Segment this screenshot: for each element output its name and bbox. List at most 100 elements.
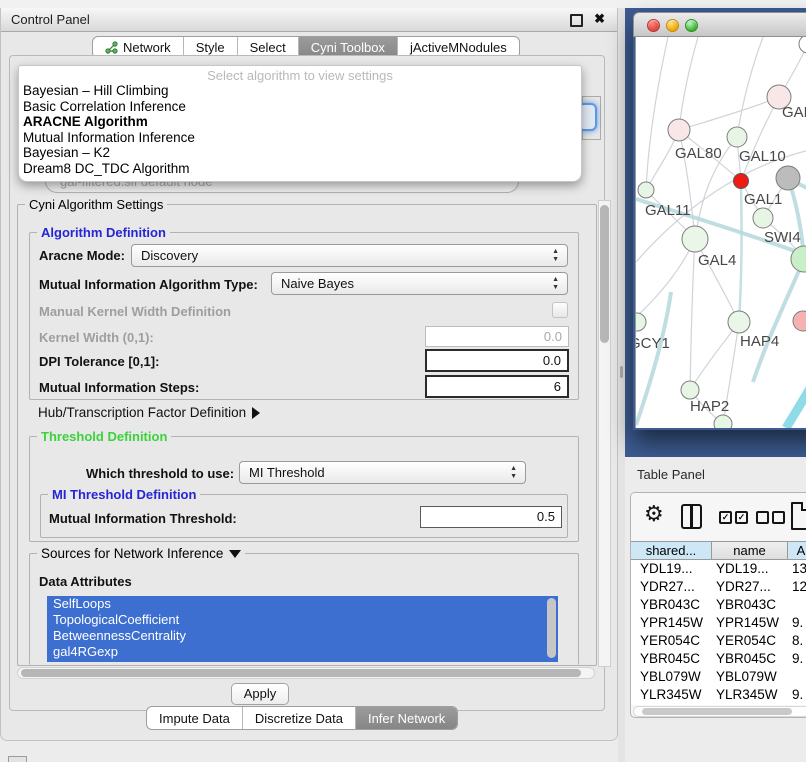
control-panel-title: Control Panel: [11, 12, 90, 27]
tab-discretize-data[interactable]: Discretize Data: [243, 707, 356, 729]
float-window-icon[interactable]: [570, 14, 583, 27]
manual-kernel-checkbox[interactable]: [552, 302, 568, 318]
attribute-item[interactable]: TopologicalCoefficient: [47, 612, 558, 628]
apply-button[interactable]: Apply: [231, 683, 289, 705]
select-all-icon[interactable]: ✓✓: [719, 511, 751, 529]
dropdown-item[interactable]: Dream8 DC_TDC Algorithm: [23, 161, 190, 176]
scrollbar-thumb[interactable]: [600, 205, 609, 343]
table-horizontal-scrollbar[interactable]: [633, 706, 806, 717]
node-label: GAL1: [744, 191, 782, 208]
attribute-item[interactable]: SelfLoops: [47, 596, 558, 612]
panel-divider[interactable]: [618, 8, 625, 762]
network-node[interactable]: [714, 415, 732, 428]
tab-impute-data[interactable]: Impute Data: [147, 707, 243, 729]
attribute-item[interactable]: gal4RGexp: [47, 644, 558, 660]
node-label: SWI4: [764, 229, 801, 246]
list-scrollbar[interactable]: [547, 598, 556, 658]
network-node[interactable]: [799, 37, 806, 53]
hub-definition-toggle[interactable]: Hub/Transcription Factor Definition: [38, 405, 260, 420]
mi-threshold-definition-title: MI Threshold Definition: [48, 487, 200, 502]
network-node-hap2[interactable]: [681, 381, 699, 399]
table-row[interactable]: YDR27...YDR27...12: [631, 578, 806, 596]
data-attributes-list: SelfLoops TopologicalCoefficient Between…: [47, 596, 558, 662]
bottom-left-mini-icon[interactable]: [8, 756, 27, 762]
network-node-gcy1[interactable]: [636, 313, 646, 331]
document-icon[interactable]: [791, 502, 806, 530]
dropdown-item[interactable]: Bayesian – Hill Climbing: [23, 83, 169, 98]
desktop-background: GAL GAL80 GAL10 GAL1 GAL11 SWI4 GAL4 GCY…: [625, 8, 806, 457]
settings-horizontal-scrollbar[interactable]: [17, 667, 595, 679]
which-threshold-combobox[interactable]: MI Threshold ▲▼: [239, 461, 526, 484]
table-row[interactable]: YPR145WYPR145W9.: [631, 614, 806, 632]
sources-title[interactable]: Sources for Network Inference: [37, 546, 245, 561]
table-row[interactable]: YER054CYER054C8.: [631, 632, 806, 650]
mi-steps-field[interactable]: 6: [425, 375, 569, 398]
scrollbar-thumb[interactable]: [642, 708, 792, 715]
control-panel-titlebar[interactable]: Control Panel ✖: [1, 8, 617, 32]
table-row[interactable]: YBL079WYBL079W: [631, 668, 806, 686]
kernel-width-field[interactable]: 0.0: [425, 326, 569, 347]
network-node-pink[interactable]: [793, 311, 806, 331]
node-label: HAP4: [740, 333, 779, 350]
settings-vertical-scrollbar[interactable]: [598, 200, 611, 667]
network-node-gal1[interactable]: [753, 208, 773, 228]
network-node-gal80[interactable]: [668, 119, 690, 141]
top-strip: [0, 0, 806, 8]
dpi-tolerance-label: DPI Tolerance [0,1]:: [39, 354, 159, 369]
network-node-gal4[interactable]: [682, 226, 708, 252]
column-header-shared-name[interactable]: shared...: [631, 542, 712, 559]
screen: Control Panel ✖ Network Style Select Cyn…: [0, 0, 806, 762]
algorithm-dropdown-list: Select algorithm to view settings Bayesi…: [18, 65, 582, 182]
table-row[interactable]: YIL052CYIL052C9: [631, 704, 806, 705]
table-panel-title: Table Panel: [637, 467, 705, 482]
dropdown-item[interactable]: Mutual Information Inference: [23, 130, 195, 145]
table-row[interactable]: YDL19...YDL19...13: [631, 560, 806, 578]
network-icon: [105, 41, 118, 54]
column-header-clipped[interactable]: A: [788, 542, 806, 559]
scrollbar-thumb[interactable]: [21, 669, 581, 677]
data-attributes-label: Data Attributes: [39, 574, 132, 589]
mi-algorithm-type-combobox[interactable]: Naive Bayes ▲▼: [271, 272, 568, 295]
network-window-titlebar[interactable]: [633, 12, 806, 37]
aracne-mode-combobox[interactable]: Discovery ▲▼: [131, 244, 568, 267]
tab-infer-network[interactable]: Infer Network: [356, 707, 457, 729]
table-row[interactable]: YLR345WYLR345W9.: [631, 686, 806, 704]
gear-icon[interactable]: ⚙: [644, 501, 664, 527]
threshold-definition-title: Threshold Definition: [37, 429, 171, 444]
minimize-traffic-light-icon[interactable]: [666, 19, 679, 32]
table-panel-region: Table Panel ⚙ ✓✓ shared... name A YDL19.…: [625, 457, 806, 762]
network-node-gal11[interactable]: [638, 182, 654, 198]
attribute-item[interactable]: BetweennessCentrality: [47, 628, 558, 644]
algorithm-definition-title: Algorithm Definition: [37, 225, 170, 240]
table-row[interactable]: YBR045CYBR045C9.: [631, 650, 806, 668]
bottom-tab-bar: Impute Data Discretize Data Infer Networ…: [146, 706, 458, 730]
node-label: GAL4: [698, 252, 736, 269]
dpi-tolerance-field[interactable]: 0.0: [425, 349, 569, 372]
network-node-gal10[interactable]: [727, 127, 747, 147]
table-row[interactable]: YBR043CYBR043C: [631, 596, 806, 614]
dropdown-item[interactable]: Basic Correlation Inference: [23, 99, 186, 114]
table-toolbar: ⚙ ✓✓: [631, 493, 806, 540]
table-panel-box: ⚙ ✓✓ shared... name A YDL19...YDL19...13…: [630, 492, 806, 718]
stepper-icon: ▲▼: [510, 465, 517, 481]
collapsed-arrow-icon: [252, 407, 260, 419]
zoom-traffic-light-icon[interactable]: [685, 19, 698, 32]
divider-handle[interactable]: [620, 366, 623, 378]
column-header-name[interactable]: name: [712, 542, 788, 559]
close-icon[interactable]: ✖: [594, 11, 605, 27]
dropdown-item-selected[interactable]: ARACNE Algorithm: [23, 114, 148, 129]
network-node-hap4[interactable]: [728, 311, 750, 333]
mi-threshold-field[interactable]: 0.5: [420, 506, 562, 528]
network-node-gray[interactable]: [776, 166, 800, 190]
table-body: YDL19...YDL19...13 YDR27...YDR27...12 YB…: [631, 560, 806, 705]
network-canvas[interactable]: GAL GAL80 GAL10 GAL1 GAL11 SWI4 GAL4 GCY…: [635, 37, 806, 428]
dropdown-item[interactable]: Bayesian – K2: [23, 145, 110, 160]
deselect-all-icon[interactable]: [756, 511, 788, 529]
node-label: GCY1: [636, 335, 670, 352]
columns-icon[interactable]: [681, 504, 702, 529]
close-traffic-light-icon[interactable]: [647, 19, 660, 32]
aracne-mode-label: Aracne Mode:: [39, 248, 125, 263]
network-node-selected-red[interactable]: [734, 174, 749, 189]
manual-kernel-label: Manual Kernel Width Definition: [39, 304, 231, 319]
node-label: GAL80: [675, 145, 722, 162]
